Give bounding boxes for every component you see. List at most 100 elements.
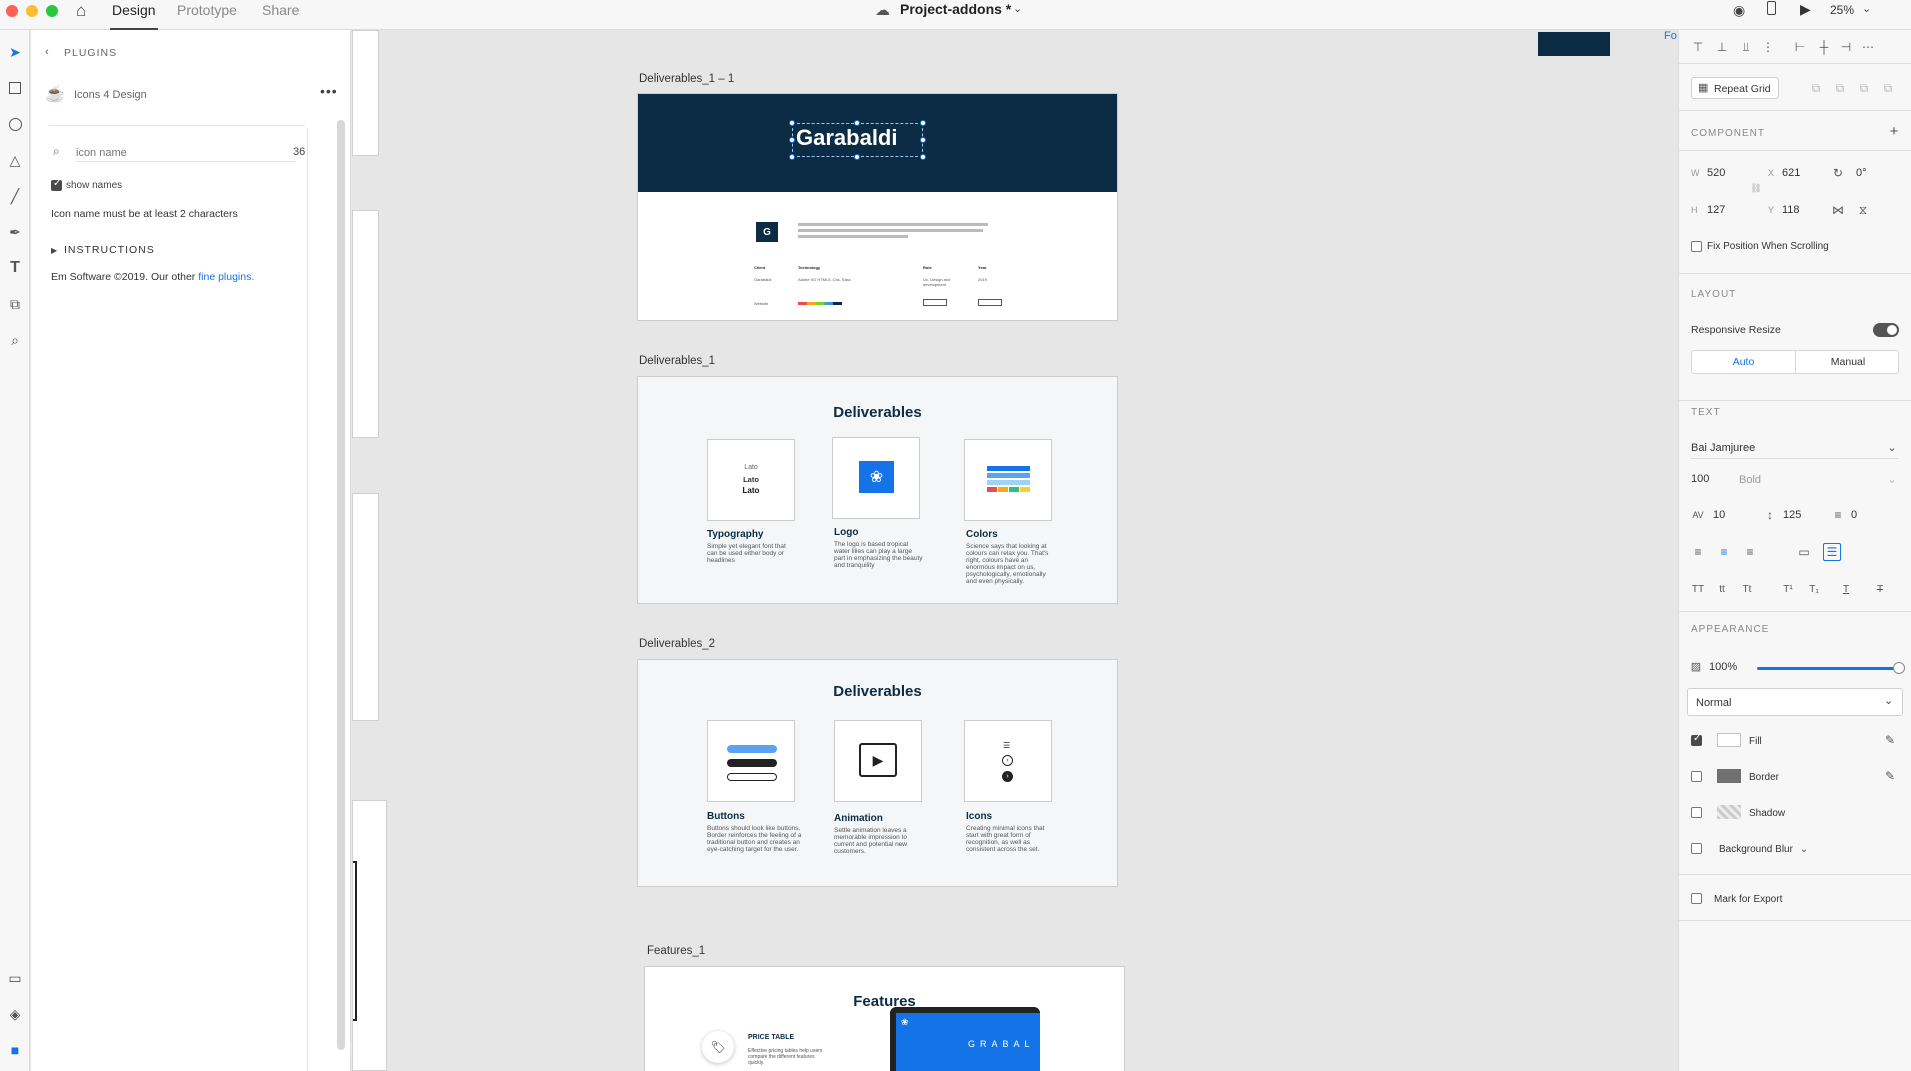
flip-vertical-icon[interactable]: ⧖ (1856, 203, 1870, 217)
user-icon[interactable]: ◉ (1733, 2, 1745, 19)
design-canvas[interactable]: Fo Deliverables_1 – 1 Garabaldi G Client… (352, 30, 1678, 1071)
subscript-icon[interactable]: T₁ (1807, 582, 1821, 596)
partial-artboard[interactable] (352, 493, 379, 721)
instructions-toggle[interactable]: INSTRUCTIONS (64, 244, 155, 256)
align-center-icon[interactable]: ┼ (1817, 40, 1831, 54)
partial-artboard[interactable] (352, 30, 379, 156)
shadow-checkbox[interactable] (1691, 807, 1702, 818)
char-spacing-value[interactable]: 10 (1713, 509, 1725, 521)
mobile-preview-icon[interactable] (1767, 1, 1776, 15)
minimize-window-button[interactable] (26, 5, 38, 17)
panel-scrollbar[interactable] (337, 120, 345, 1050)
fill-swatch[interactable] (1717, 733, 1741, 747)
home-icon[interactable]: ⌂ (76, 1, 86, 21)
border-checkbox[interactable] (1691, 771, 1702, 782)
tab-prototype[interactable]: Prototype (177, 2, 237, 18)
align-left-icon[interactable]: ⊢ (1793, 40, 1807, 54)
lock-aspect-icon[interactable]: ⛓ (1750, 182, 1761, 194)
selection-handle[interactable] (789, 154, 795, 160)
close-window-button[interactable] (6, 5, 18, 17)
opacity-slider-handle[interactable] (1893, 662, 1905, 674)
layers-icon[interactable]: ◈ (5, 1004, 25, 1024)
icon-search-input[interactable] (76, 144, 296, 162)
zoom-level[interactable]: 25% (1830, 3, 1854, 17)
fill-checkbox[interactable]: ✓ (1691, 733, 1702, 746)
zoom-tool-icon[interactable]: ⌕ (5, 330, 25, 350)
selection-handle[interactable] (789, 137, 795, 143)
text-align-center-icon[interactable]: ≡ (1717, 545, 1731, 559)
show-names-checkbox[interactable]: ✓ (51, 178, 62, 191)
distribute-vertical-icon[interactable]: ⋮ (1761, 40, 1775, 54)
blur-chevron-icon[interactable]: ⌄ (1799, 842, 1809, 856)
pen-tool-icon[interactable]: ✒ (5, 222, 25, 242)
ellipse-tool-icon[interactable] (5, 114, 25, 134)
navy-block[interactable] (1538, 32, 1610, 56)
artboard-label[interactable]: Features_1 (647, 945, 705, 957)
paragraph-spacing-value[interactable]: 0 (1851, 509, 1857, 521)
align-bottom-icon[interactable]: ⫫ (1739, 40, 1753, 54)
eyedropper-icon[interactable]: ✎ (1883, 769, 1897, 783)
auto-width-icon[interactable]: ▭ (1797, 545, 1811, 559)
artboard-deliverables-1[interactable]: Deliverables Lato Lato Lato Typography S… (637, 376, 1118, 604)
width-value[interactable]: 520 (1707, 167, 1725, 179)
boolean-add-icon[interactable]: ⧉ (1809, 81, 1823, 95)
artboard-label[interactable]: Deliverables_1 (639, 355, 715, 367)
selection-handle[interactable] (920, 137, 926, 143)
height-value[interactable]: 127 (1707, 204, 1725, 216)
line-spacing-value[interactable]: 125 (1783, 509, 1801, 521)
artboard-tool-icon[interactable]: ⧉ (5, 294, 25, 314)
titlecase-icon[interactable]: Tt (1739, 582, 1755, 596)
text-align-right-icon[interactable]: ≡ (1743, 545, 1757, 559)
weight-chevron-icon[interactable]: ⌄ (1885, 472, 1899, 486)
fine-plugins-link[interactable]: fine plugins. (198, 271, 254, 283)
artboard-label[interactable]: Deliverables_2 (639, 638, 715, 650)
rotation-value[interactable]: 0° (1856, 167, 1867, 179)
polygon-tool-icon[interactable]: △ (5, 150, 25, 170)
fix-position-checkbox[interactable] (1691, 241, 1702, 252)
text-tool-icon[interactable]: T (5, 258, 25, 278)
border-swatch[interactable] (1717, 769, 1741, 783)
align-top-icon[interactable]: ⊤ (1691, 40, 1705, 54)
plugins-heading[interactable]: PLUGINS (64, 47, 117, 59)
expand-triangle-icon[interactable]: ▶ (51, 246, 57, 255)
rectangle-tool-icon[interactable] (5, 78, 25, 98)
hero-title[interactable]: Garabaldi (796, 125, 897, 151)
repeat-grid-button[interactable]: ▦ Repeat Grid (1691, 77, 1779, 99)
line-tool-icon[interactable]: ╱ (5, 186, 25, 206)
back-chevron-icon[interactable]: ‹ (45, 46, 49, 58)
responsive-resize-toggle[interactable] (1873, 323, 1899, 337)
selection-handle[interactable] (854, 154, 860, 160)
more-options-icon[interactable]: ••• (320, 83, 338, 99)
artboard-deliverables-2[interactable]: Deliverables Buttons Buttons should look… (637, 659, 1118, 887)
add-component-icon[interactable]: + (1887, 123, 1901, 140)
chevron-down-icon[interactable]: ⌄ (1013, 2, 1022, 15)
zoom-chevron-icon[interactable]: ⌄ (1862, 2, 1871, 15)
x-value[interactable]: 621 (1782, 167, 1800, 179)
assets-icon[interactable]: ▭ (5, 968, 25, 988)
selection-handle[interactable] (920, 120, 926, 126)
boolean-exclude-icon[interactable]: ⧉ (1881, 81, 1895, 95)
background-blur-checkbox[interactable] (1691, 843, 1702, 854)
tab-share[interactable]: Share (262, 2, 299, 18)
select-tool-icon[interactable]: ➤ (5, 42, 25, 62)
font-size-input[interactable]: 100 (1691, 473, 1709, 485)
background-blur-label[interactable]: Background Blur (1719, 844, 1793, 855)
eyedropper-icon[interactable]: ✎ (1883, 733, 1897, 747)
align-right-icon[interactable]: ⊣ (1839, 40, 1853, 54)
align-middle-icon[interactable]: ⊥ (1715, 40, 1729, 54)
text-align-left-icon[interactable]: ≡ (1691, 545, 1705, 559)
underline-icon[interactable]: T (1839, 582, 1853, 596)
zoom-window-button[interactable] (46, 5, 58, 17)
superscript-icon[interactable]: T¹ (1781, 582, 1795, 596)
selection-handle[interactable] (789, 120, 795, 126)
boolean-subtract-icon[interactable]: ⧉ (1833, 81, 1847, 95)
selection-handle[interactable] (920, 154, 926, 160)
lowercase-icon[interactable]: tt (1715, 582, 1729, 596)
blend-mode-select[interactable]: Normal ⌄ (1687, 688, 1903, 716)
font-chevron-icon[interactable]: ⌄ (1885, 440, 1899, 454)
auto-mode-button[interactable]: Auto (1692, 351, 1796, 373)
selection-handle[interactable] (854, 120, 860, 126)
distribute-horizontal-icon[interactable]: ⋯ (1861, 40, 1875, 54)
play-icon[interactable]: ▶ (1800, 1, 1811, 18)
artboard-features[interactable]: Features 🏷 PRICE TABLE Effective pricing… (644, 966, 1125, 1071)
